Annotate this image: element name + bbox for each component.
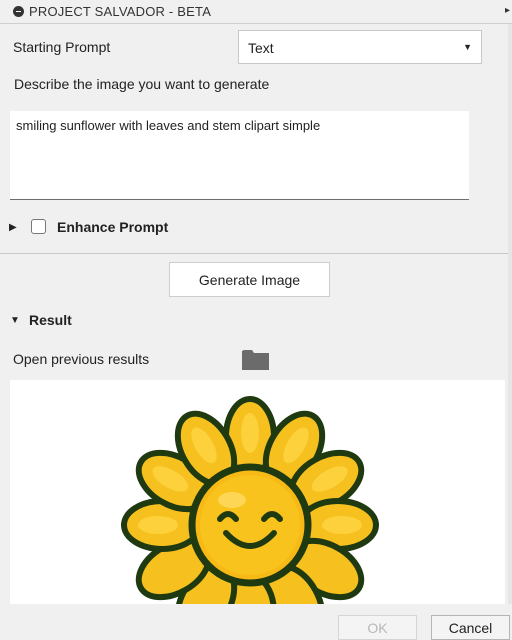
- result-heading: Result: [29, 312, 72, 328]
- minus-circle-icon[interactable]: [13, 6, 24, 17]
- ok-button[interactable]: OK: [338, 615, 417, 640]
- prompt-textarea[interactable]: smiling sunflower with leaves and stem c…: [10, 111, 469, 200]
- dropdown-value: Text: [248, 40, 274, 56]
- divider: [0, 253, 508, 254]
- sunflower-image: [121, 396, 379, 604]
- result-image-preview: [10, 380, 505, 604]
- folder-icon[interactable]: [242, 348, 269, 370]
- describe-label: Describe the image you want to generate: [14, 76, 270, 92]
- generate-image-button[interactable]: Generate Image: [169, 262, 330, 297]
- scrollbar[interactable]: [508, 24, 512, 604]
- panel-title: PROJECT SALVADOR - BETA: [29, 4, 212, 19]
- cancel-button[interactable]: Cancel: [431, 615, 510, 640]
- enhance-prompt-label: Enhance Prompt: [57, 219, 169, 235]
- collapse-result-icon[interactable]: ▼: [10, 315, 20, 326]
- starting-prompt-dropdown[interactable]: Text ▼: [238, 30, 482, 64]
- expand-enhance-icon[interactable]: ▶: [9, 222, 17, 233]
- chevron-down-icon: ▼: [463, 42, 472, 52]
- starting-prompt-label: Starting Prompt: [13, 39, 111, 55]
- title-bar: PROJECT SALVADOR - BETA ▸: [0, 0, 512, 24]
- enhance-prompt-checkbox[interactable]: [31, 219, 46, 234]
- open-previous-results-label: Open previous results: [13, 351, 150, 367]
- caret-right-icon[interactable]: ▸: [505, 5, 510, 16]
